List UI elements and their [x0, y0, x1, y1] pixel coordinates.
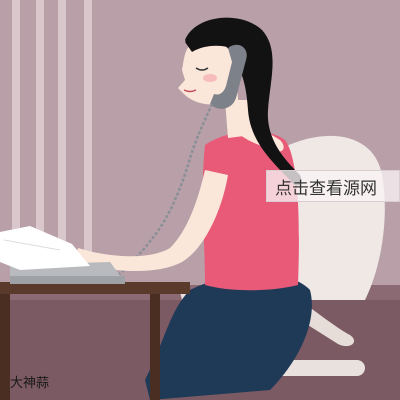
view-source-button[interactable]: 点击查看源网 [266, 170, 400, 202]
watermark-text: 大神蒜 [10, 376, 50, 391]
illustration-canvas: 点击查看源网 大神蒜 [0, 0, 400, 400]
view-source-label: 点击查看源网 [275, 178, 377, 199]
